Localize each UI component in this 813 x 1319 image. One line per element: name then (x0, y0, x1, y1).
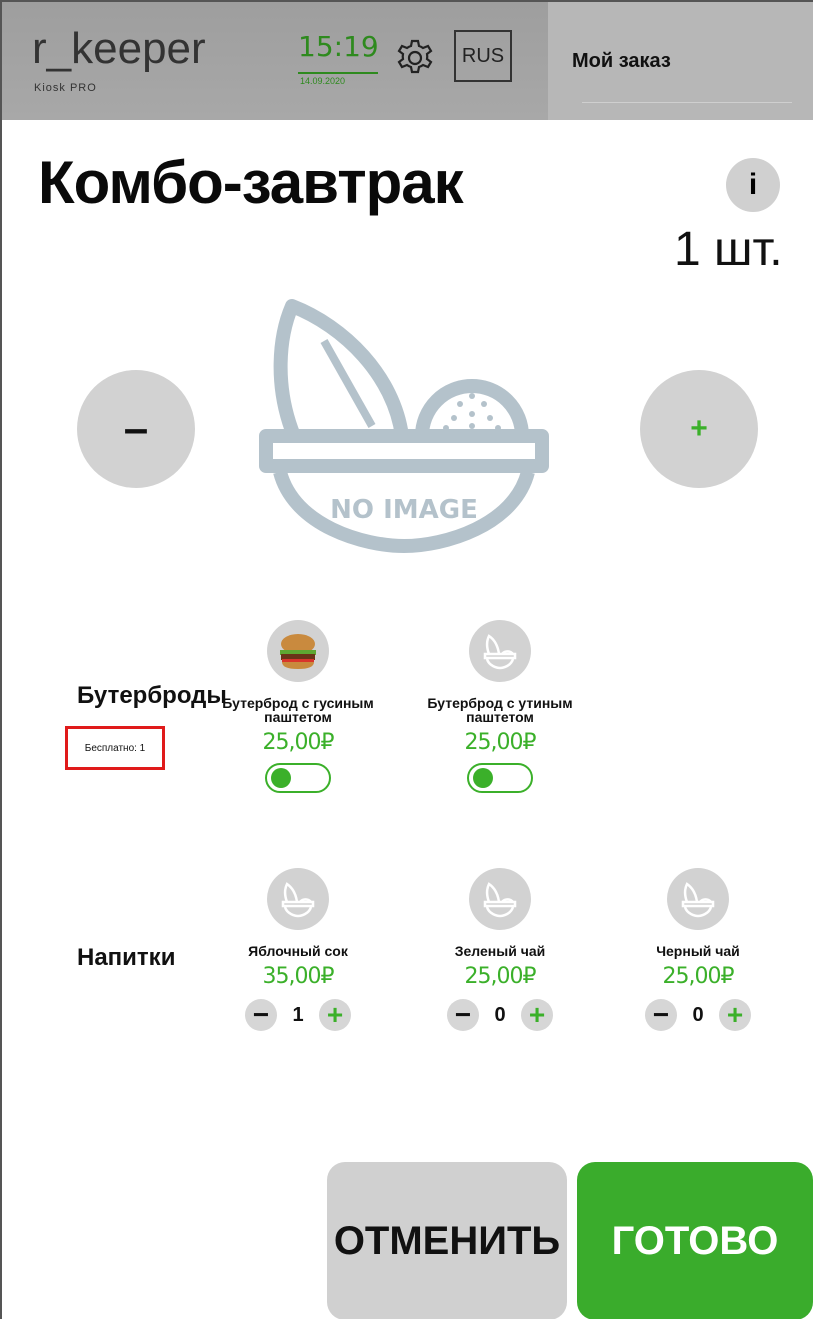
toggle-knob (473, 768, 493, 788)
done-button[interactable]: ГОТОВО (577, 1162, 813, 1319)
language-button[interactable]: RUS (454, 30, 512, 82)
no-image-text: NO IMAGE (330, 495, 478, 525)
option-item-black-tea[interactable]: Черный чай 25,00₽ − 0 + (598, 868, 798, 1031)
item-name: Бутерброд с гусиным паштетом (222, 695, 374, 725)
item-name: Зеленый чай (454, 943, 546, 959)
stepper-plus-button[interactable]: + (521, 999, 553, 1031)
item-price: 25,00₽ (464, 730, 537, 755)
clock-time: 15:19 (298, 30, 379, 63)
clock-underline (298, 72, 378, 74)
product-title: Комбо-завтрак (38, 149, 464, 216)
option-item-green-tea[interactable]: Зеленый чай 25,00₽ − 0 + (400, 868, 600, 1031)
no-image-icon (469, 868, 531, 930)
stepper-plus-button[interactable]: + (319, 999, 351, 1031)
increase-quantity-button[interactable]: + (640, 370, 758, 488)
stepper-plus-button[interactable]: + (719, 999, 751, 1031)
order-divider (582, 102, 792, 103)
app-logo-subtitle: Kiosk PRO (34, 82, 97, 94)
quantity-stepper: − 0 + (598, 999, 798, 1031)
item-toggle[interactable] (467, 763, 533, 793)
stepper-value: 0 (692, 1003, 704, 1026)
item-price: 25,00₽ (662, 964, 735, 989)
item-toggle[interactable] (265, 763, 331, 793)
burger-icon (267, 620, 329, 682)
item-price: 25,00₽ (262, 730, 335, 755)
free-items-badge: Бесплатно: 1 (65, 726, 165, 770)
item-price: 25,00₽ (464, 964, 537, 989)
info-button[interactable]: i (726, 158, 780, 212)
quantity-stepper: − 0 + (400, 999, 600, 1031)
product-quantity: 1 шт. (674, 223, 783, 276)
no-image-icon (469, 620, 531, 682)
header-bar: r_keeper Kiosk PRO 15:19 14.09.2020 RUS … (2, 2, 813, 120)
plus-icon: + (690, 412, 708, 445)
order-panel-header[interactable]: Мой заказ (548, 2, 813, 120)
stepper-minus-button[interactable]: − (645, 999, 677, 1031)
item-name: Яблочный сок (248, 943, 348, 959)
quantity-stepper: − 1 + (198, 999, 398, 1031)
no-image-icon (267, 868, 329, 930)
item-name: Бутерброд с утиным паштетом (427, 695, 573, 725)
item-name: Черный чай (656, 943, 740, 959)
minus-icon: – (123, 404, 149, 453)
stepper-value: 1 (292, 1003, 304, 1026)
my-order-title: Мой заказ (572, 50, 671, 72)
clock-date: 14.09.2020 (300, 76, 346, 86)
item-price: 35,00₽ (262, 964, 335, 989)
no-image-icon (667, 868, 729, 930)
gear-icon[interactable] (395, 38, 435, 78)
app-logo: r_keeper (32, 24, 206, 73)
stepper-value: 0 (494, 1003, 506, 1026)
cancel-button[interactable]: ОТМЕНИТЬ (327, 1162, 567, 1319)
option-item-duck-sandwich[interactable]: Бутерброд с утиным паштетом 25,00₽ (400, 620, 600, 793)
toggle-knob (271, 768, 291, 788)
option-item-apple-juice[interactable]: Яблочный сок 35,00₽ − 1 + (198, 868, 398, 1031)
window-border-left (0, 0, 2, 1319)
decrease-quantity-button[interactable]: – (77, 370, 195, 488)
group-label-drinks: Напитки (77, 944, 176, 971)
stepper-minus-button[interactable]: − (447, 999, 479, 1031)
no-image-placeholder: NO IMAGE (254, 296, 554, 556)
option-item-goose-sandwich[interactable]: Бутерброд с гусиным паштетом 25,00₽ (198, 620, 398, 793)
stepper-minus-button[interactable]: − (245, 999, 277, 1031)
